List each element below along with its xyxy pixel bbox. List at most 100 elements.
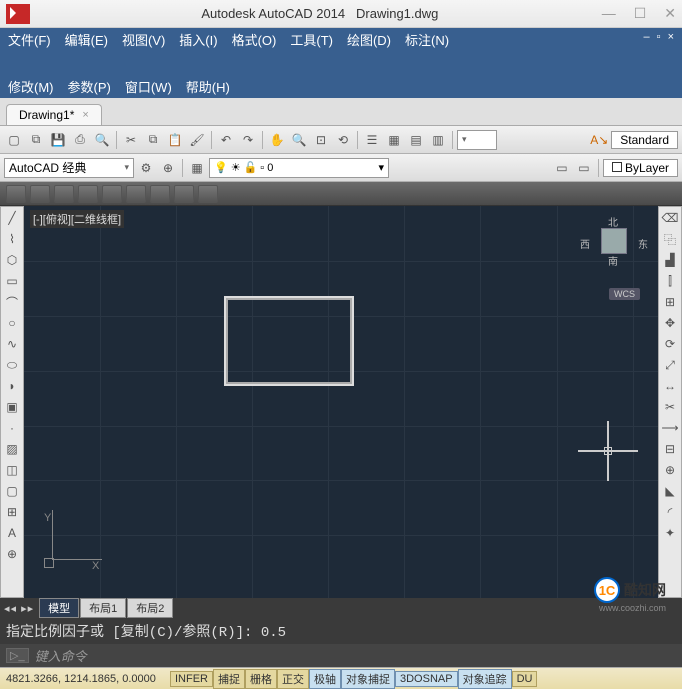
zoom-window-icon[interactable]: ⊡ bbox=[311, 130, 331, 150]
arc-icon[interactable]: ⌒ bbox=[3, 293, 21, 311]
print-icon[interactable]: ⎙ bbox=[70, 130, 90, 150]
textstyle-icon[interactable]: A↘ bbox=[589, 130, 609, 150]
addsel-icon[interactable]: ⊕ bbox=[3, 545, 21, 563]
status-snap[interactable]: 捕捉 bbox=[213, 669, 245, 689]
viewport-label[interactable]: [-][俯视][二维线框] bbox=[30, 210, 124, 228]
redo-icon[interactable]: ↷ bbox=[238, 130, 258, 150]
ws-gear-icon[interactable]: ⊕ bbox=[158, 158, 178, 178]
mirror-icon[interactable]: ▟ bbox=[661, 251, 679, 269]
hatch-icon[interactable]: ▨ bbox=[3, 440, 21, 458]
undo-icon[interactable]: ↶ bbox=[216, 130, 236, 150]
menu-param[interactable]: 参数(P) bbox=[68, 77, 111, 96]
extend-icon[interactable]: ⟶ bbox=[661, 419, 679, 437]
explode-icon[interactable]: ✦ bbox=[661, 524, 679, 542]
array-icon[interactable]: ⊞ bbox=[661, 293, 679, 311]
status-du[interactable]: DU bbox=[512, 671, 538, 687]
vs-xray-icon[interactable] bbox=[150, 185, 170, 203]
document-tab[interactable]: Drawing1* × bbox=[6, 104, 102, 125]
block-icon[interactable]: ▣ bbox=[3, 398, 21, 416]
point-icon[interactable]: · bbox=[3, 419, 21, 437]
menu-view[interactable]: 视图(V) bbox=[122, 30, 165, 49]
rectangle-icon[interactable]: ▭ bbox=[3, 272, 21, 290]
layout-tab-2[interactable]: 布局2 bbox=[127, 598, 173, 618]
stretch-icon[interactable]: ↔ bbox=[661, 377, 679, 395]
polygon-icon[interactable]: ⬡ bbox=[3, 251, 21, 269]
minimize-button[interactable]: — bbox=[602, 5, 616, 22]
paste-icon[interactable]: 📋 bbox=[165, 130, 185, 150]
status-osnap[interactable]: 对象捕捉 bbox=[341, 669, 395, 689]
erase-icon[interactable]: ⌫ bbox=[661, 209, 679, 227]
gradient-icon[interactable]: ◫ bbox=[3, 461, 21, 479]
line-icon[interactable]: ╱ bbox=[3, 209, 21, 227]
vs-concept-icon[interactable] bbox=[102, 185, 122, 203]
vs-2d-icon[interactable] bbox=[6, 185, 26, 203]
match-icon[interactable]: 🖌 bbox=[187, 130, 207, 150]
maximize-button[interactable]: ☐ bbox=[634, 5, 647, 22]
vs-sketch-icon[interactable] bbox=[174, 185, 194, 203]
layout-tab-model[interactable]: 模型 bbox=[39, 598, 79, 618]
menu-dim[interactable]: 标注(N) bbox=[405, 30, 449, 49]
preview-icon[interactable]: 🔍 bbox=[92, 130, 112, 150]
menu-insert[interactable]: 插入(I) bbox=[179, 30, 217, 49]
menu-help[interactable]: 帮助(H) bbox=[186, 77, 230, 96]
layer-iso-icon[interactable]: ▭ bbox=[552, 158, 572, 178]
mdi-controls[interactable]: – ▫ × bbox=[643, 31, 676, 43]
menu-modify[interactable]: 修改(M) bbox=[8, 77, 54, 96]
app-logo-icon[interactable] bbox=[6, 4, 30, 24]
status-infer[interactable]: INFER bbox=[170, 671, 213, 687]
save-icon[interactable]: 💾 bbox=[48, 130, 68, 150]
command-input[interactable]: ▷_ 键入命令 bbox=[0, 644, 682, 667]
coordinates-readout[interactable]: 4821.3266, 1214.1865, 0.0000 bbox=[0, 673, 170, 685]
zoom-icon[interactable]: 🔍 bbox=[289, 130, 309, 150]
wcs-label[interactable]: WCS bbox=[609, 288, 640, 300]
menu-edit[interactable]: 编辑(E) bbox=[65, 30, 108, 49]
textstyle-combo[interactable]: Standard bbox=[611, 131, 678, 149]
status-polar[interactable]: 极轴 bbox=[309, 669, 341, 689]
vs-real-icon[interactable] bbox=[78, 185, 98, 203]
menu-file[interactable]: 文件(F) bbox=[8, 30, 51, 49]
vs-manage-icon[interactable] bbox=[198, 185, 218, 203]
menu-format[interactable]: 格式(O) bbox=[232, 30, 277, 49]
ellipse-arc-icon[interactable]: ◗ bbox=[3, 377, 21, 395]
menu-window[interactable]: 窗口(W) bbox=[125, 77, 172, 96]
layout-tab-1[interactable]: 布局1 bbox=[80, 598, 126, 618]
layout-nav-icon[interactable]: ◂◂ ▸▸ bbox=[4, 602, 34, 615]
circle-icon[interactable]: ○ bbox=[3, 314, 21, 332]
ellipse-icon[interactable]: ⬭ bbox=[3, 356, 21, 374]
zoom-prev-icon[interactable]: ⟲ bbox=[333, 130, 353, 150]
pan-icon[interactable]: ✋ bbox=[267, 130, 287, 150]
copy-obj-icon[interactable]: ⿻ bbox=[661, 230, 679, 248]
scale-icon[interactable]: ⤢ bbox=[661, 356, 679, 374]
vs-hidden-icon[interactable] bbox=[54, 185, 74, 203]
status-3dosnap[interactable]: 3DOSNAP bbox=[395, 671, 458, 687]
copy-icon[interactable]: ⧉ bbox=[143, 130, 163, 150]
break-icon[interactable]: ⊟ bbox=[661, 440, 679, 458]
ws-settings-icon[interactable]: ⚙ bbox=[136, 158, 156, 178]
cut-icon[interactable]: ✂ bbox=[121, 130, 141, 150]
menu-draw[interactable]: 绘图(D) bbox=[347, 30, 391, 49]
trim-icon[interactable]: ✂ bbox=[661, 398, 679, 416]
ssm-icon[interactable]: ▥ bbox=[428, 130, 448, 150]
offset-icon[interactable]: ⫿ bbox=[661, 272, 679, 290]
scale-combo[interactable]: ▾ bbox=[457, 130, 497, 150]
close-button[interactable]: ✕ bbox=[664, 5, 676, 22]
workspace-combo[interactable]: AutoCAD 经典▾ bbox=[4, 158, 134, 178]
drawing-canvas[interactable]: [-][俯视][二维线框] YX 北 西 东 南 WCS bbox=[24, 206, 658, 598]
open-icon[interactable]: ⧉ bbox=[26, 130, 46, 150]
join-icon[interactable]: ⊕ bbox=[661, 461, 679, 479]
status-grid[interactable]: 栅格 bbox=[245, 669, 277, 689]
table-icon[interactable]: ⊞ bbox=[3, 503, 21, 521]
move-icon[interactable]: ✥ bbox=[661, 314, 679, 332]
mtext-icon[interactable]: A bbox=[3, 524, 21, 542]
pline-icon[interactable]: ⌇ bbox=[3, 230, 21, 248]
spline-icon[interactable]: ∿ bbox=[3, 335, 21, 353]
view-cube[interactable]: 北 西 东 南 bbox=[584, 214, 644, 284]
fillet-icon[interactable]: ◜ bbox=[661, 503, 679, 521]
status-ortho[interactable]: 正交 bbox=[277, 669, 309, 689]
rotate-icon[interactable]: ⟳ bbox=[661, 335, 679, 353]
menu-tools[interactable]: 工具(T) bbox=[290, 30, 333, 49]
props-icon[interactable]: ☰ bbox=[362, 130, 382, 150]
drawn-rectangle[interactable] bbox=[224, 296, 354, 386]
layer-combo[interactable]: 💡 ☀ 🔓 ▫ 0 ▾ bbox=[209, 158, 389, 178]
new-icon[interactable]: ▢ bbox=[4, 130, 24, 150]
